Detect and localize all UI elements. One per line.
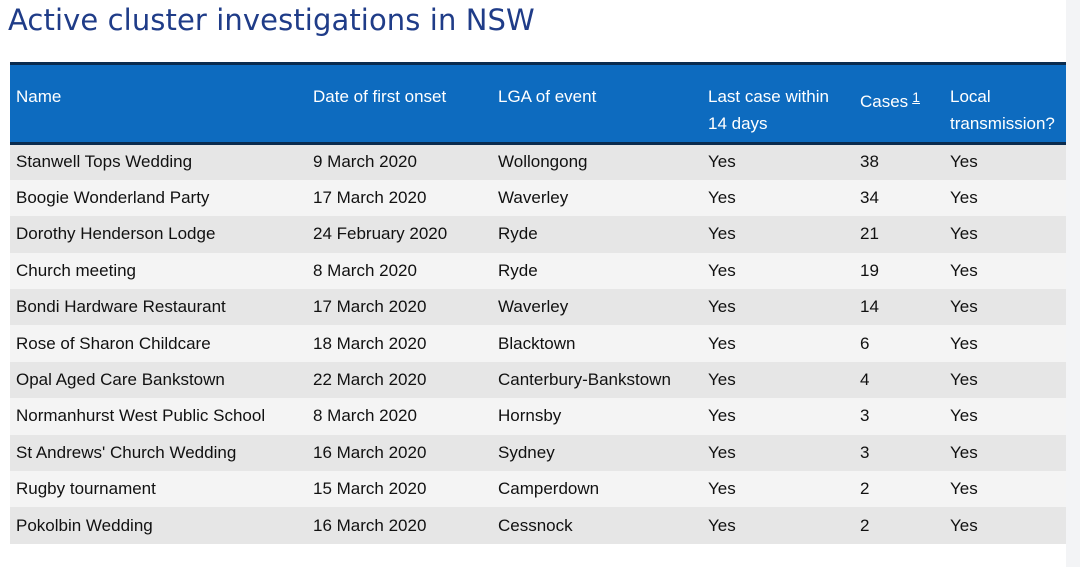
table-row: Rose of Sharon Childcare 18 March 2020 Bla…	[10, 325, 1066, 362]
cell-local: Yes	[950, 442, 978, 462]
page-side-margin	[1066, 0, 1080, 567]
header-last-case-line2: 14 days	[708, 114, 768, 133]
cell-date: 8 March 2020	[313, 406, 417, 426]
cell-date: 17 March 2020	[313, 188, 427, 208]
table-row: Boogie Wonderland Party 17 March 2020 Wave…	[10, 179, 1066, 217]
cell-date: 22 March 2020	[313, 370, 427, 390]
header-last-case: Last case within 14 days	[702, 64, 854, 144]
cell-date: 15 March 2020	[313, 479, 427, 499]
cell-last: Yes	[708, 260, 736, 280]
cell-cases: 2	[860, 479, 870, 499]
cell-cases: 3	[860, 442, 870, 462]
cell-local: Yes	[950, 152, 978, 172]
cluster-table-container: Name Date of first onset LGA of event La…	[10, 62, 1066, 544]
cell-cases: 2	[860, 515, 870, 535]
cell-date: 18 March 2020	[313, 333, 427, 353]
cell-local: Yes	[950, 297, 978, 317]
cell-cases: 14	[860, 297, 879, 317]
cell-local: Yes	[950, 370, 978, 390]
cell-lga: Ryde	[498, 224, 538, 244]
header-date-label: Date of first onset	[313, 87, 447, 106]
cell-name: Church meeting	[16, 260, 137, 280]
table-row: Bondi Hardware Restaurant 17 March 2020 Wa…	[10, 289, 1066, 326]
page-title: Active cluster investigations in NSW	[8, 3, 535, 37]
cell-name: St Andrews' Church Wedding	[16, 442, 237, 462]
cell-last: Yes	[708, 442, 736, 462]
cell-lga: Blacktown	[498, 333, 576, 353]
table-row: Rugby tournament 15 March 2020 Camperdown Y…	[10, 471, 1066, 508]
table-row: Normanhurst West Public School 8 March 20…	[10, 398, 1066, 435]
cell-lga: Wollongong	[498, 152, 588, 172]
cell-local: Yes	[950, 406, 978, 426]
header-date: Date of first onset	[307, 64, 492, 144]
header-lga: LGA of event	[492, 64, 702, 144]
cell-cases: 3	[860, 406, 870, 426]
cell-date: 24 February 2020	[313, 224, 448, 244]
cell-local: Yes	[950, 333, 978, 353]
cell-lga: Hornsby	[498, 406, 562, 426]
cell-name: Normanhurst West Public School	[16, 406, 266, 426]
cell-name: Boogie Wonderland Party	[16, 188, 210, 208]
cell-cases: 21	[860, 224, 879, 244]
cell-local: Yes	[950, 260, 978, 280]
cell-lga: Canterbury-Bankstown	[498, 370, 671, 390]
cell-lga: Sydney	[498, 442, 555, 462]
cell-cases: 38	[860, 152, 879, 172]
cell-lga: Ryde	[498, 260, 538, 280]
header-local-transmission: Local transmission?	[944, 64, 1066, 144]
table-header-row: Name Date of first onset LGA of event La…	[10, 63, 1066, 144]
cell-name: Pokolbin Wedding	[16, 515, 153, 535]
cell-lga: Waverley	[498, 297, 569, 317]
cases-footnote-link[interactable]: 1	[912, 89, 920, 105]
table-row: Stanwell Tops Wedding 9 March 2020 Wollong…	[10, 143, 1066, 180]
cell-lga: Camperdown	[498, 479, 600, 499]
header-name-label: Name	[16, 87, 62, 106]
table-row: Dorothy Henderson Lodge 24 February 2020 R…	[10, 216, 1066, 253]
cell-last: Yes	[708, 224, 736, 244]
cell-date: 8 March 2020	[313, 260, 417, 280]
cell-local: Yes	[950, 479, 978, 499]
header-cases-label: Cases	[860, 92, 909, 111]
cell-date: 16 March 2020	[313, 442, 427, 462]
cell-last: Yes	[708, 152, 736, 172]
cell-last: Yes	[708, 333, 736, 353]
header-name: Name	[10, 64, 307, 144]
header-cases: Cases 1	[854, 64, 944, 144]
cell-cases: 34	[860, 188, 879, 208]
cell-last: Yes	[708, 479, 736, 499]
table-row: Church meeting 8 March 2020 Ryde Yes 19 Yes	[10, 252, 1066, 290]
header-local-line2: transmission?	[950, 114, 1055, 133]
cell-last: Yes	[708, 406, 736, 426]
cell-local: Yes	[950, 224, 978, 244]
cell-date: 16 March 2020	[313, 515, 427, 535]
cell-last: Yes	[708, 188, 736, 208]
cell-last: Yes	[708, 370, 736, 390]
cell-name: Rose of Sharon Childcare	[16, 333, 211, 353]
cell-lga: Cessnock	[498, 515, 573, 535]
cell-local: Yes	[950, 188, 978, 208]
cell-cases: 6	[860, 333, 870, 353]
cell-cases: 19	[860, 260, 879, 280]
cluster-table: Name Date of first onset LGA of event La…	[10, 62, 1066, 544]
cell-name: Stanwell Tops Wedding	[16, 152, 193, 172]
cell-cases: 4	[860, 370, 870, 390]
header-last-case-line1: Last case within	[708, 87, 829, 106]
cell-name: Rugby tournament	[16, 479, 156, 499]
table-row: Pokolbin Wedding 16 March 2020 Cessnock Yes…	[10, 507, 1066, 544]
cell-lga: Waverley	[498, 188, 569, 208]
cell-name: Bondi Hardware Restaurant	[16, 297, 226, 317]
table-row: Opal Aged Care Bankstown 22 March 2020 Can…	[10, 361, 1066, 399]
cell-name: Opal Aged Care Bankstown	[16, 370, 225, 390]
cell-name: Dorothy Henderson Lodge	[16, 224, 216, 244]
cell-date: 9 March 2020	[313, 152, 417, 172]
header-lga-label: LGA of event	[498, 87, 597, 106]
table-row: St Andrews' Church Wedding 16 March 2020 S…	[10, 434, 1066, 472]
cell-last: Yes	[708, 297, 736, 317]
cell-last: Yes	[708, 515, 736, 535]
table-body: Stanwell Tops Wedding 9 March 2020 Wollong…	[10, 143, 1066, 544]
cell-date: 17 March 2020	[313, 297, 427, 317]
header-local-line1: Local	[950, 87, 991, 106]
cell-local: Yes	[950, 515, 978, 535]
